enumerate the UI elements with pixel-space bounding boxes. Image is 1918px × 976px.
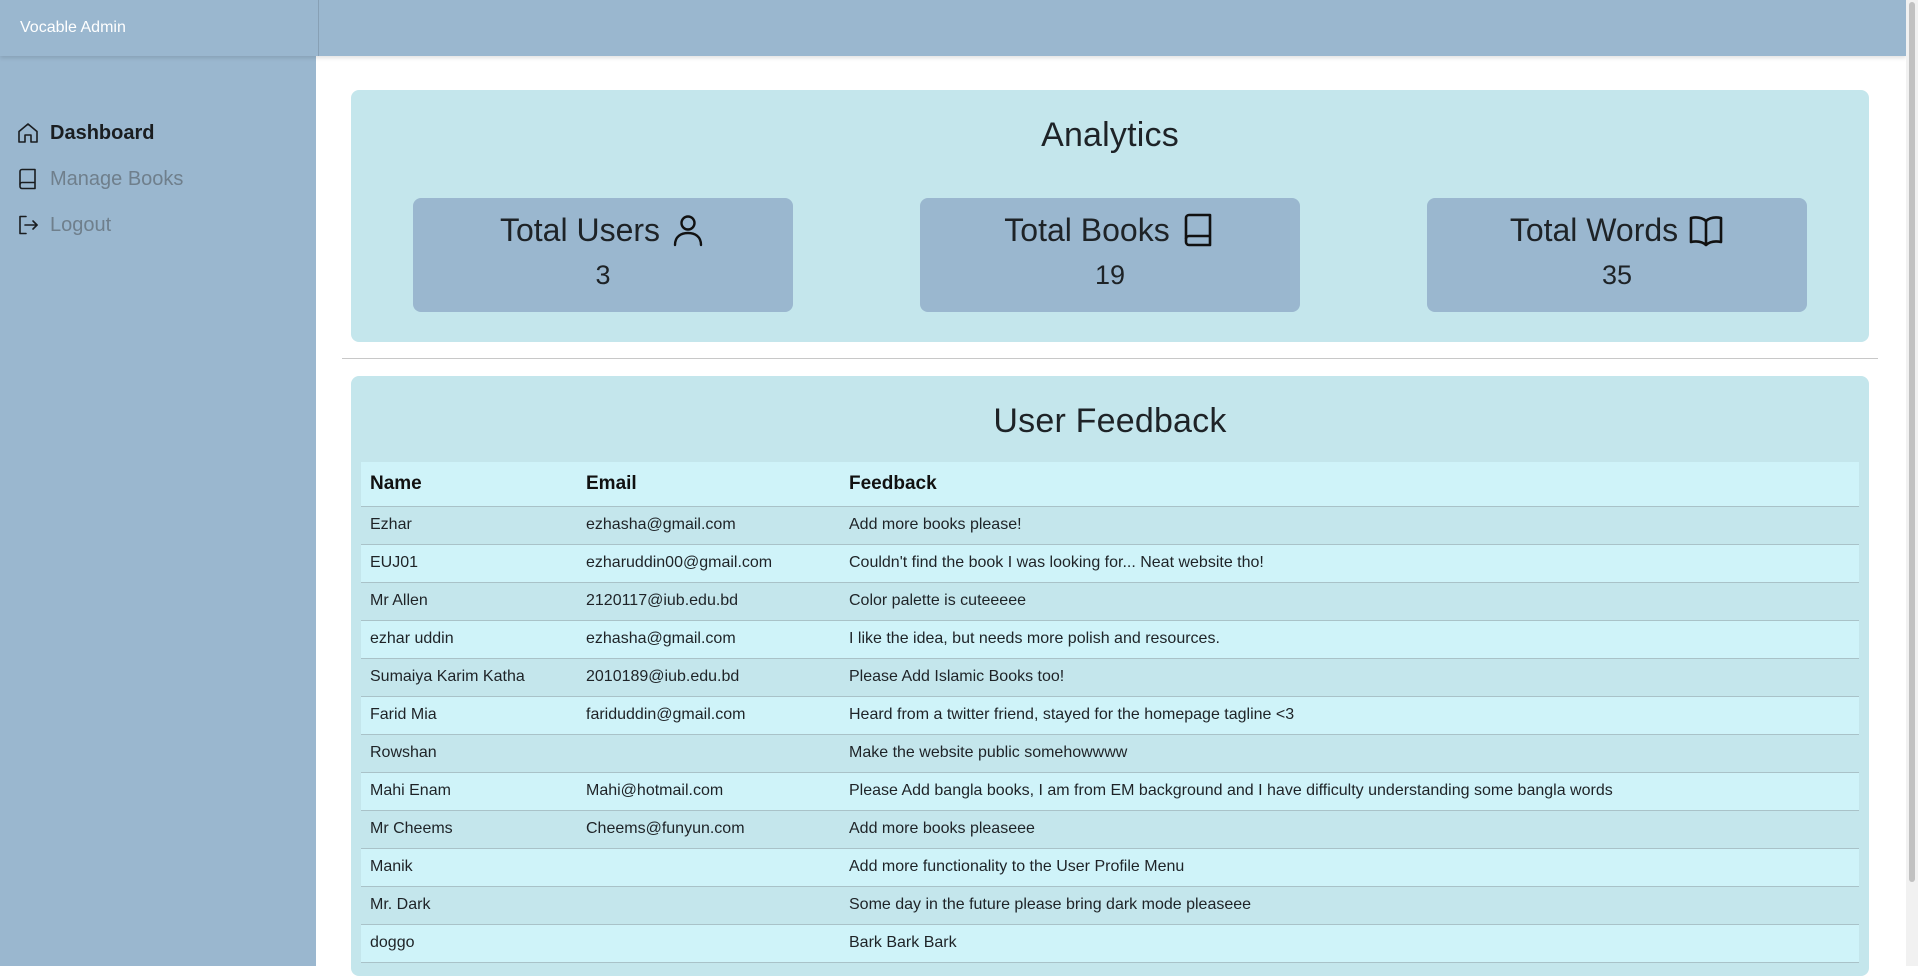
column-header-email: Email	[577, 462, 840, 507]
cell-feedback: Couldn't find the book I was looking for…	[840, 544, 1859, 583]
cell-name: ezhar uddin	[361, 620, 577, 659]
cell-feedback: Add more functionality to the User Profi…	[840, 848, 1859, 887]
analytics-card: Analytics Total Users 3 Total Books 19 T…	[351, 90, 1869, 342]
cell-email	[577, 848, 840, 887]
table-row: Mr Allen 2120117@iub.edu.bd Color palett…	[361, 582, 1859, 621]
cell-email	[577, 734, 840, 773]
cell-feedback: Some day in the future please bring dark…	[840, 886, 1859, 925]
scrollbar-thumb[interactable]	[1909, 2, 1915, 882]
open-book-icon	[1688, 212, 1724, 248]
book-icon	[16, 167, 40, 191]
cell-feedback: Please Add Islamic Books too!	[840, 658, 1859, 697]
table-row: Manik Add more functionality to the User…	[361, 848, 1859, 887]
sidebar-item-logout[interactable]: Logout	[0, 202, 316, 248]
cell-feedback: Make the website public somehowwww	[840, 734, 1859, 773]
cell-email: ezhasha@gmail.com	[577, 620, 840, 659]
feedback-title: User Feedback	[993, 402, 1227, 440]
cell-email: ezhasha@gmail.com	[577, 506, 840, 545]
sidebar-item-manage-books[interactable]: Manage Books	[0, 156, 316, 202]
stat-label: Total Words	[1509, 211, 1679, 248]
cell-name: EUJ01	[361, 544, 577, 583]
home-icon	[16, 121, 40, 145]
cell-feedback: Add more books please!	[840, 506, 1859, 545]
column-header-name: Name	[361, 462, 577, 507]
main-content: Analytics Total Users 3 Total Books 19 T…	[316, 56, 1906, 976]
cell-email: Mahi@hotmail.com	[577, 772, 840, 811]
cell-email: 2120117@iub.edu.bd	[577, 582, 840, 621]
cell-email	[577, 886, 840, 925]
cell-feedback: I like the idea, but needs more polish a…	[840, 620, 1859, 659]
sidebar-item-label: Dashboard	[50, 121, 155, 144]
sidebar-item-label: Logout	[50, 213, 112, 236]
analytics-title: Analytics	[1041, 116, 1179, 154]
stat-value: 35	[1601, 260, 1633, 290]
cell-email: fariduddin@gmail.com	[577, 696, 840, 735]
sidebar-item-dashboard[interactable]: Dashboard	[0, 110, 316, 156]
cell-feedback: Bark Bark Bark	[840, 924, 1859, 963]
stat-total-books: Total Books 19	[920, 198, 1300, 312]
feedback-card: User Feedback Name Email Feedback Ezhar …	[351, 376, 1869, 976]
cell-name: Sumaiya Karim Katha	[361, 658, 577, 697]
sidebar-nav: Dashboard Manage Books Logout	[0, 110, 316, 248]
cell-feedback: Please Add bangla books, I am from EM ba…	[840, 772, 1859, 811]
cell-name: Farid Mia	[361, 696, 577, 735]
cell-email: Cheems@funyun.com	[577, 810, 840, 849]
table-row: Mr Cheems Cheems@funyun.com Add more boo…	[361, 810, 1859, 849]
table-row: Sumaiya Karim Katha 2010189@iub.edu.bd P…	[361, 658, 1859, 697]
stat-label: Total Users	[499, 211, 661, 248]
cell-name: doggo	[361, 924, 577, 963]
user-icon	[670, 212, 706, 248]
table-row: Mr. Dark Some day in the future please b…	[361, 886, 1859, 925]
cell-name: Mr Cheems	[361, 810, 577, 849]
book-icon	[1180, 212, 1216, 248]
table-row: ezhar uddin ezhasha@gmail.com I like the…	[361, 620, 1859, 659]
section-divider	[342, 358, 1878, 359]
table-row: Farid Mia fariduddin@gmail.com Heard fro…	[361, 696, 1859, 735]
cell-feedback: Add more books pleaseee	[840, 810, 1859, 849]
sidebar-item-label: Manage Books	[50, 167, 184, 190]
stat-total-words: Total Words 35	[1427, 198, 1807, 312]
stat-label: Total Books	[1004, 211, 1170, 248]
stat-value: 3	[595, 260, 611, 290]
cell-email	[577, 924, 840, 963]
column-header-feedback: Feedback	[840, 462, 1859, 507]
cell-name: Manik	[361, 848, 577, 887]
cell-feedback: Color palette is cuteeeee	[840, 582, 1859, 621]
sidebar: Dashboard Manage Books Logout	[0, 56, 316, 966]
page-scrollbar[interactable]	[1906, 0, 1918, 966]
cell-name: Ezhar	[361, 506, 577, 545]
logout-icon	[16, 213, 40, 237]
top-bar: Vocable Admin	[0, 0, 1906, 56]
cell-name: Mr Allen	[361, 582, 577, 621]
table-row: doggo Bark Bark Bark	[361, 924, 1859, 963]
table-row: Mahi Enam Mahi@hotmail.com Please Add ba…	[361, 772, 1859, 811]
cell-name: Mr. Dark	[361, 886, 577, 925]
table-row: Rowshan Make the website public somehoww…	[361, 734, 1859, 773]
app-title[interactable]: Vocable Admin	[0, 0, 319, 56]
feedback-table: Name Email Feedback Ezhar ezhasha@gmail.…	[361, 462, 1859, 963]
cell-name: Mahi Enam	[361, 772, 577, 811]
table-row: Ezhar ezhasha@gmail.com Add more books p…	[361, 506, 1859, 545]
table-row: EUJ01 ezharuddin00@gmail.com Couldn't fi…	[361, 544, 1859, 583]
stat-total-users: Total Users 3	[413, 198, 793, 312]
table-header-row: Name Email Feedback	[361, 462, 1859, 507]
cell-email: ezharuddin00@gmail.com	[577, 544, 840, 583]
cell-feedback: Heard from a twitter friend, stayed for …	[840, 696, 1859, 735]
cell-name: Rowshan	[361, 734, 577, 773]
cell-email: 2010189@iub.edu.bd	[577, 658, 840, 697]
stat-value: 19	[1094, 260, 1126, 290]
